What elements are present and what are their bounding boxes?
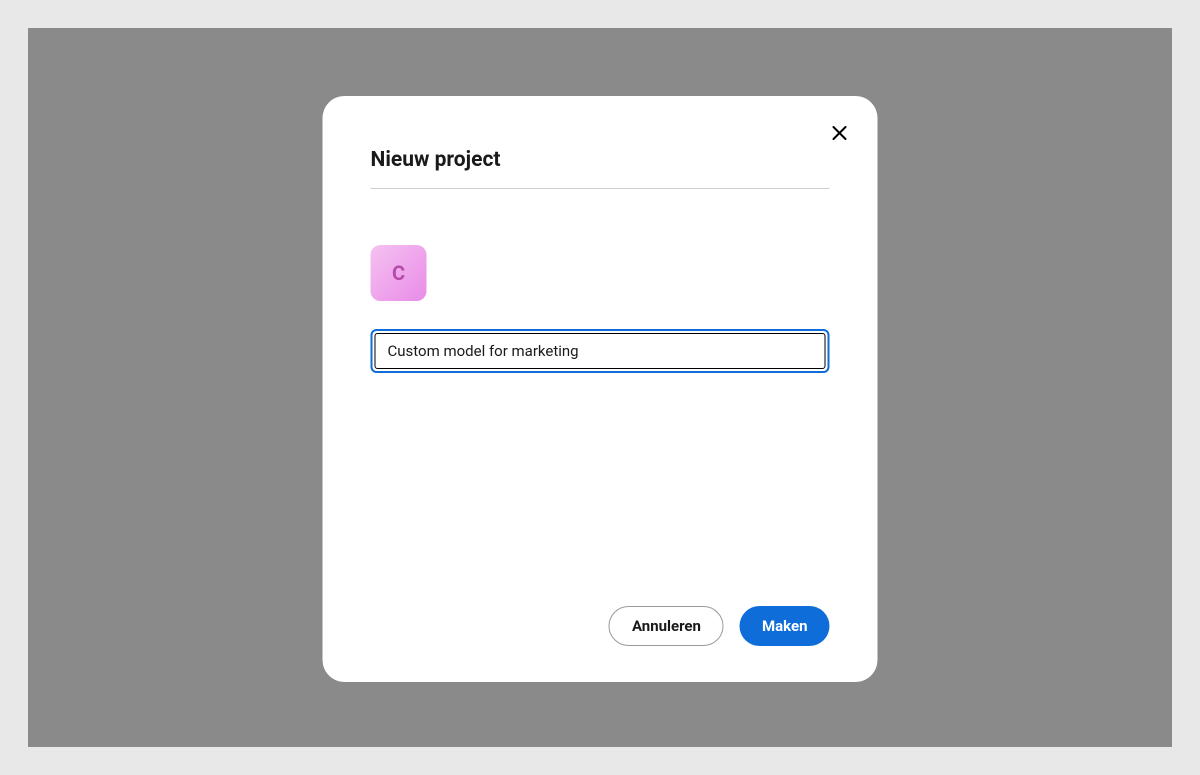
- close-icon: [833, 124, 847, 144]
- project-icon-letter: C: [392, 261, 405, 285]
- create-button[interactable]: Maken: [740, 606, 830, 646]
- project-icon: C: [371, 245, 427, 301]
- divider: [371, 188, 830, 189]
- modal-backdrop: Nieuw project C Annuleren Maken: [28, 28, 1172, 747]
- cancel-button[interactable]: Annuleren: [609, 606, 724, 646]
- project-name-input-wrapper: [371, 329, 830, 373]
- close-button[interactable]: [830, 124, 850, 144]
- project-name-input[interactable]: [375, 333, 826, 369]
- modal-footer: Annuleren Maken: [371, 606, 830, 646]
- new-project-modal: Nieuw project C Annuleren Maken: [323, 96, 878, 682]
- modal-title: Nieuw project: [371, 148, 830, 172]
